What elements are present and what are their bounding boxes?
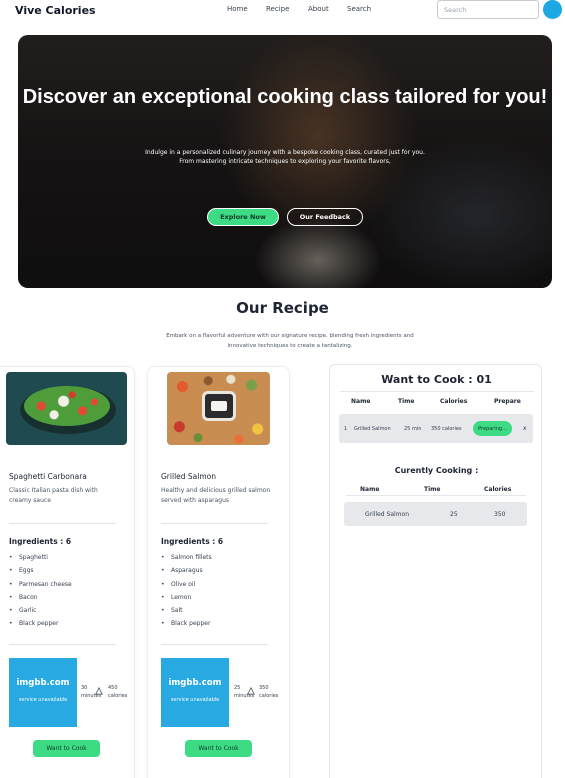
recipe-image (6, 372, 127, 445)
section-description-line-2: innovative techniques to create a tantal… (227, 343, 353, 349)
preparing-button[interactable]: Preparing... (473, 421, 512, 436)
cooking-sidebar: Want to Cook : 01 Name Time Calories Pre… (329, 364, 542, 778)
ingredient-item: Bacon (9, 591, 72, 604)
row-calories: 350 (494, 511, 506, 518)
ingredients-heading: Ingredients : 6 (161, 537, 224, 546)
ingredient-item: Olive oil (161, 578, 212, 591)
recipe-title: Grilled Salmon (161, 472, 216, 481)
want-to-cook-button[interactable]: Want to Cook (185, 740, 252, 757)
recipe-description: Classic Italian pasta dish with creamy s… (9, 487, 98, 504)
nav-link-home[interactable]: Home (227, 5, 248, 13)
ingredient-item: Eggs (9, 564, 72, 577)
our-feedback-button[interactable]: Our Feedback (287, 208, 363, 226)
imgbb-message: service unavailable (18, 697, 68, 703)
row-time: 25 (450, 511, 458, 518)
time-value: 30 (81, 685, 88, 691)
section-title: Our Recipe (236, 299, 329, 317)
ingredient-item: Lemon (161, 591, 212, 604)
currently-cooking-title: Curently Cooking : (394, 466, 479, 475)
nav-link-search[interactable]: Search (347, 5, 371, 13)
ingredients-list: Spaghetti Eggs Parmesan cheese Bacon Gar… (9, 551, 72, 631)
hero-banner: Discover an exceptional cooking class ta… (18, 35, 552, 288)
want-to-cook-button[interactable]: Want to Cook (33, 740, 100, 757)
want-header-name: Name (351, 398, 371, 405)
search-input[interactable] (437, 0, 539, 19)
image-unavailable-placeholder: imgbb.com service unavailable (9, 658, 77, 727)
calories-icon (247, 687, 255, 695)
recipe-description: Healthy and delicious grilled salmon ser… (161, 487, 271, 504)
calories-value: 450 (108, 685, 118, 691)
explore-now-button[interactable]: Explore Now (207, 208, 279, 226)
ingredient-item: Parmesan cheese (9, 578, 72, 591)
imgbb-message: service unavailable (170, 697, 220, 703)
divider (9, 644, 116, 645)
hero-subtitle: Indulge in a personalized culinary journ… (18, 148, 552, 166)
calories-icon (95, 687, 103, 695)
imgbb-logo: imgbb.com (16, 678, 70, 688)
row-name: Grilled Salmon (365, 511, 409, 518)
ingredient-item: Black pepper (9, 617, 72, 630)
row-index: 1 (344, 426, 348, 432)
divider (9, 523, 116, 524)
image-unavailable-placeholder: imgbb.com service unavailable (161, 658, 229, 727)
hero-subtitle-line-1: Indulge in a personalized culinary journ… (145, 149, 425, 156)
divider (161, 523, 268, 524)
remove-icon[interactable]: x (523, 425, 527, 432)
cutting-board-shape (205, 394, 233, 418)
divider (346, 495, 526, 496)
divider (340, 391, 534, 392)
cooking-header-calories: Calories (484, 486, 512, 493)
ingredient-item: Salt (161, 604, 212, 617)
row-name: Grilled Salmon (354, 426, 391, 432)
want-header-calories: Calories (440, 398, 468, 405)
ingredients-list: Salmon fillets Asparagus Olive oil Lemon… (161, 551, 212, 631)
brand-logo[interactable]: Vive Calories (15, 4, 96, 17)
section-description-line-1: Embark on a flavorful adventure with our… (166, 333, 414, 339)
imgbb-logo: imgbb.com (168, 678, 222, 688)
recipe-card: Grilled Salmon Healthy and delicious gri… (147, 366, 290, 778)
cooking-header-time: Time (424, 486, 441, 493)
nav-link-about[interactable]: About (308, 5, 329, 13)
recipe-card: Spaghetti Carbonara Classic Italian past… (0, 366, 135, 778)
ingredient-item: Garlic (9, 604, 72, 617)
salad-greens-shape (24, 386, 110, 426)
ingredients-heading: Ingredients : 6 (9, 537, 72, 546)
want-header-time: Time (398, 398, 415, 405)
want-header-prepare: Prepare (494, 398, 521, 405)
ingredient-item: Salmon fillets (161, 551, 212, 564)
ingredient-item: Asparagus (161, 564, 212, 577)
recipe-title: Spaghetti Carbonara (9, 472, 87, 481)
want-table-row: 1 Grilled Salmon 25 min 350 calories Pre… (339, 414, 533, 443)
nav-link-recipe[interactable]: Recipe (266, 5, 289, 13)
hero-subtitle-line-2: From mastering intricate techniques to e… (179, 158, 391, 165)
row-calories: 350 calories (431, 426, 462, 432)
recipe-image (167, 372, 270, 445)
cooking-table-row: Grilled Salmon 25 350 (344, 502, 527, 526)
user-avatar-icon[interactable] (543, 0, 562, 19)
calories-value: 350 (259, 685, 269, 691)
divider (161, 644, 268, 645)
ingredient-item: Spaghetti (9, 551, 72, 564)
hero-title: Discover an exceptional cooking class ta… (22, 86, 548, 108)
calories-unit: calories (259, 693, 279, 699)
row-time: 25 min (404, 426, 422, 432)
ingredient-item: Black pepper (161, 617, 212, 630)
time-value: 25 (234, 685, 241, 691)
cooking-header-name: Name (360, 486, 380, 493)
section-description: Embark on a flavorful adventure with our… (140, 331, 440, 351)
want-to-cook-title: Want to Cook : 01 (381, 373, 492, 386)
calories-unit: calories (108, 693, 128, 699)
